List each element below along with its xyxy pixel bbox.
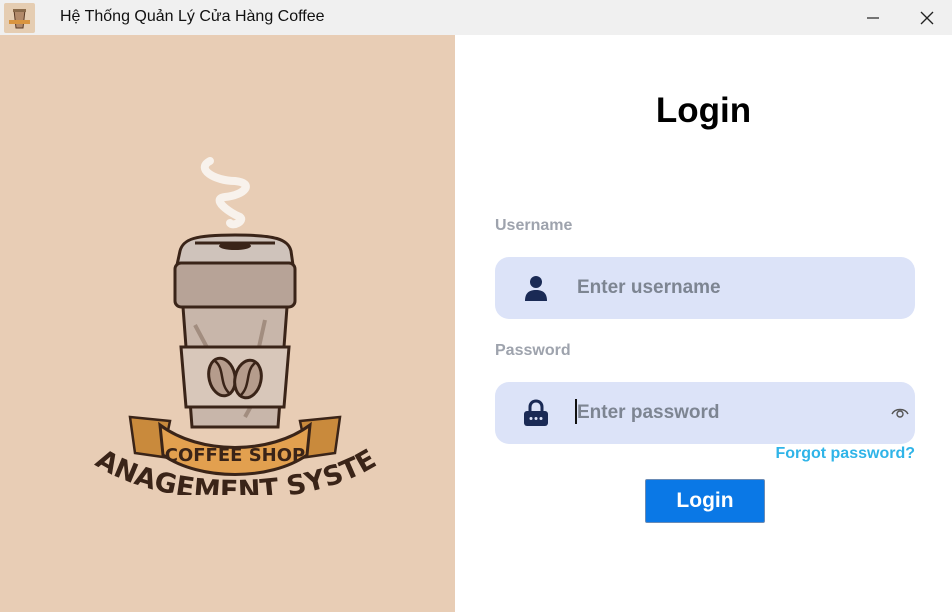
close-button[interactable] [899,0,952,35]
app-icon [4,3,35,33]
brand-panel: COFFEE SHOP MANAGEMENT SYSTEM [0,35,455,612]
password-input[interactable] [577,400,877,426]
coffee-shop-logo: COFFEE SHOP MANAGEMENT SYSTEM [72,131,385,507]
password-field[interactable] [495,382,915,444]
minimize-icon [866,16,879,19]
close-icon [920,11,933,24]
logo-top-text: COFFEE SHOP [165,445,305,466]
password-label: Password [495,342,571,359]
app-window: Hệ Thống Quản Lý Cửa Hàng Coffee COFFEE … [0,0,952,612]
window-title: Hệ Thống Quản Lý Cửa Hàng Coffee [60,8,325,25]
lock-icon [524,399,548,426]
username-label: Username [495,217,573,234]
username-field[interactable] [495,257,915,319]
forgot-password-link[interactable]: Forgot password? [775,445,915,463]
username-input[interactable] [577,275,877,301]
title-bar: Hệ Thống Quản Lý Cửa Hàng Coffee [0,0,952,35]
minimize-button[interactable] [845,0,900,35]
login-heading: Login [655,91,752,130]
login-button[interactable]: Login [645,479,765,523]
login-panel: Login Username Password [455,35,952,612]
show-password-eye-icon[interactable] [891,406,909,420]
user-icon [525,276,547,301]
